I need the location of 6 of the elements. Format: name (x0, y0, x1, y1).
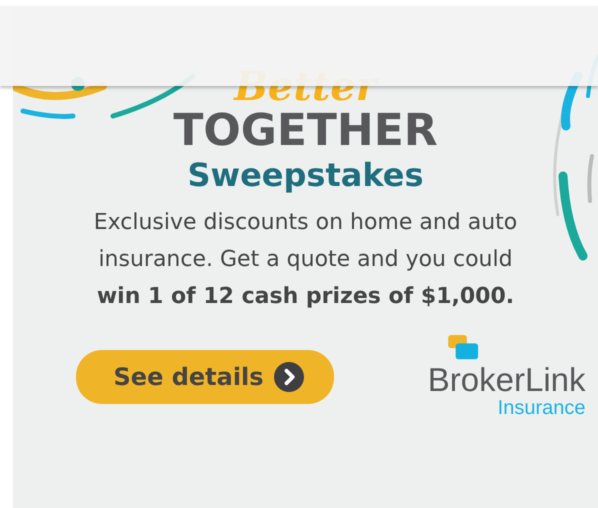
ad-description: Exclusive discounts on home and auto insurance. Get a quote and you could win 1 of 12 cash prizes of $1,000. (92, 209, 518, 311)
see-details-button[interactable]: See details (76, 350, 334, 404)
chevron-right-icon (274, 362, 304, 392)
subheadline: Sweepstakes (187, 156, 424, 194)
logo-tagline: Insurance (498, 397, 586, 419)
logo-name: BrokerLink (428, 363, 586, 397)
